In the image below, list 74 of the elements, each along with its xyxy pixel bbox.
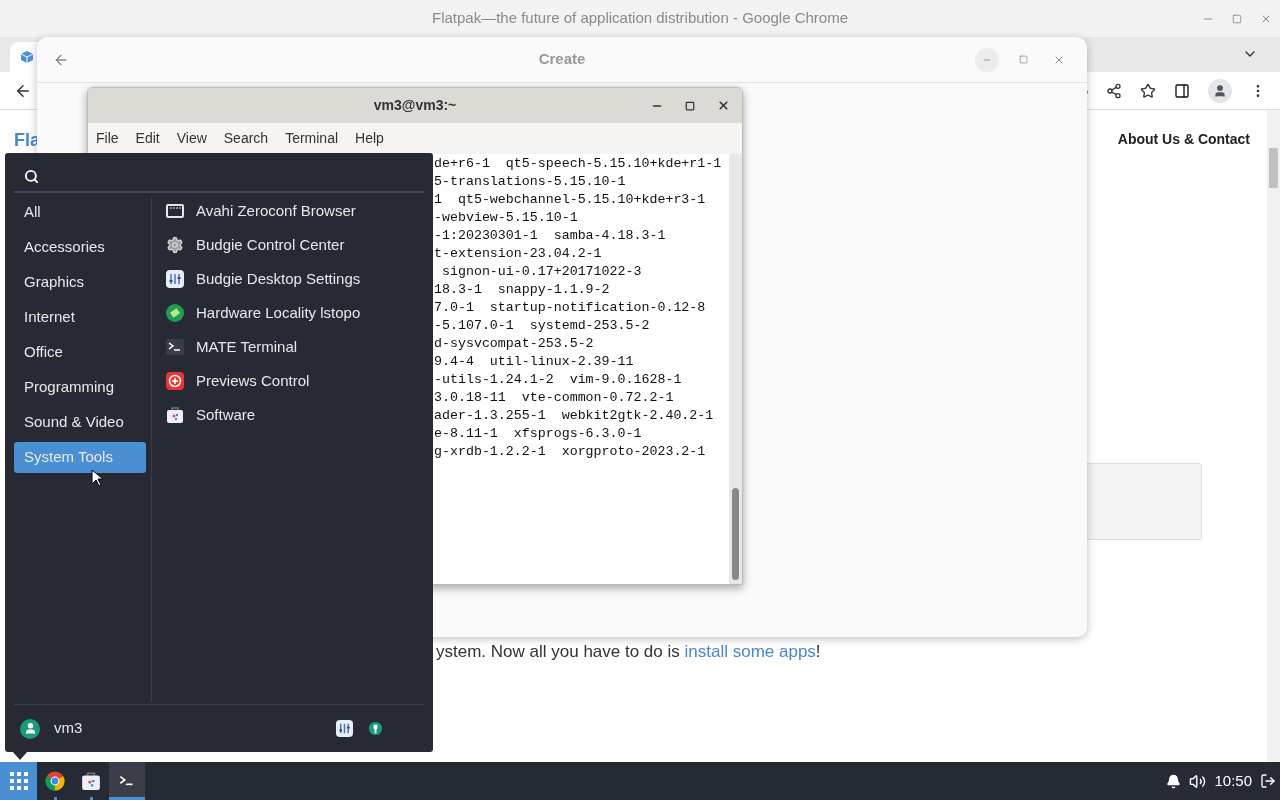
avatar-icon <box>20 718 40 739</box>
share-icon[interactable] <box>1106 82 1122 99</box>
clock[interactable]: 10:50 <box>1214 769 1252 793</box>
gear-icon <box>166 236 184 254</box>
terminal-line: t-extension-23.04.2-1 <box>434 245 602 263</box>
sliders-icon <box>166 270 184 288</box>
terminal-line: de+r6-1 qt5-speech-5.15.10+kde+r1-1 <box>434 155 722 173</box>
app-item[interactable]: Avahi Zeroconf Browser <box>166 200 433 222</box>
previews-icon <box>166 372 184 390</box>
terminal-line: g-xrdb-1.2.2-1 xorgproto-2023.2-1 <box>434 443 706 461</box>
terminal-line: e-8.11-1 xfsprogs-6.3.0-1 <box>434 425 642 443</box>
screen-icon <box>166 202 184 220</box>
volume-icon[interactable] <box>1189 772 1207 790</box>
sliders-icon <box>336 720 353 737</box>
search-icon <box>24 168 39 184</box>
maximize-icon[interactable] <box>685 100 695 111</box>
scrollbar[interactable] <box>1267 110 1280 762</box>
shopping-bag-icon <box>81 771 101 791</box>
menu-item[interactable]: Search <box>223 128 269 149</box>
dialog-title: Create <box>538 49 586 70</box>
menu-item[interactable]: File <box>96 128 119 149</box>
category-item[interactable]: All <box>14 197 146 228</box>
bookmark-star-icon[interactable] <box>1140 82 1156 99</box>
menu-item[interactable]: Edit <box>135 128 160 149</box>
terminal-line: 3.0.18-11 vte-common-0.72.2-1 <box>434 389 674 407</box>
category-item[interactable]: Office <box>14 337 146 368</box>
shopping-bag-icon <box>166 406 184 424</box>
app-item[interactable]: Software <box>166 404 433 426</box>
wrench-gear-icon[interactable] <box>367 720 384 737</box>
menu-item[interactable]: Help <box>355 128 384 149</box>
terminal-line: ader-1.3.255-1 webkit2gtk-2.40.2-1 <box>434 407 714 425</box>
user-name[interactable]: vm3 <box>54 717 83 740</box>
app-item[interactable]: Budgie Desktop Settings <box>166 268 433 290</box>
about-link[interactable]: About Us & Contact <box>1117 129 1250 150</box>
cursor-icon <box>91 469 103 487</box>
app-item[interactable]: Previews Control <box>166 370 433 392</box>
terminal-icon <box>117 771 137 791</box>
install-link[interactable]: install some apps <box>684 642 816 661</box>
terminal-line: signon-ui-0.17+20171022-3 <box>440 263 642 281</box>
body-text: ystem. Now all you have to do is install some apps! <box>436 641 821 663</box>
terminal-line: 1 qt5-webchannel-5.15.10+kde+r3-1 <box>434 191 706 209</box>
window-title: Flatpak—the future of application distribution - Google Chrome <box>431 8 849 29</box>
category-item[interactable]: Sound & Video <box>14 407 146 438</box>
scrollbar[interactable] <box>729 154 742 584</box>
terminal-line: -5.107.0-1 systemd-253.5-2 <box>434 317 650 335</box>
app-item[interactable]: MATE Terminal <box>166 336 433 358</box>
category-item[interactable]: Internet <box>14 302 146 333</box>
category-item[interactable]: Accessories <box>14 232 146 263</box>
grid-icon <box>8 771 29 791</box>
category-item[interactable]: Programming <box>14 372 146 403</box>
package-icon <box>20 50 34 64</box>
close-icon[interactable] <box>717 99 730 112</box>
terminal-line: 18.3-1 snappy-1.1.9-2 <box>434 281 610 299</box>
menu-item[interactable]: View <box>176 128 207 149</box>
notification-bell-icon[interactable] <box>1166 773 1182 789</box>
terminal-line: -utils-1.24.1-2 vim-9.0.1628-1 <box>434 371 682 389</box>
terminal-line: d-sysvcompat-253.5-2 <box>434 335 594 353</box>
window-title: vm3@vm3:~ <box>373 96 457 115</box>
chrome-icon <box>45 771 65 791</box>
app-launcher-button[interactable] <box>0 762 37 800</box>
profile-icon[interactable] <box>1208 78 1232 103</box>
logout-icon[interactable] <box>1260 773 1276 789</box>
menu-item[interactable]: Terminal <box>285 128 339 149</box>
chip-icon <box>166 304 184 322</box>
app-item[interactable]: Budgie Control Center <box>166 234 433 256</box>
terminal-line: 7.0-1 startup-notification-0.12-8 <box>434 299 706 317</box>
terminal-line: 5-translations-5.15.10-1 <box>434 173 626 191</box>
terminal-line: 9.4-4 util-linux-2.39-11 <box>434 353 634 371</box>
side-panel-icon[interactable] <box>1174 82 1190 99</box>
app-item[interactable]: Hardware Locality lstopo <box>166 302 433 324</box>
terminal-line: -webview-5.15.10-1 <box>434 209 578 227</box>
terminal-icon <box>166 338 184 356</box>
terminal-line: -1:20230301-1 samba-4.18.3-1 <box>434 227 666 245</box>
category-item[interactable]: Graphics <box>14 267 146 298</box>
